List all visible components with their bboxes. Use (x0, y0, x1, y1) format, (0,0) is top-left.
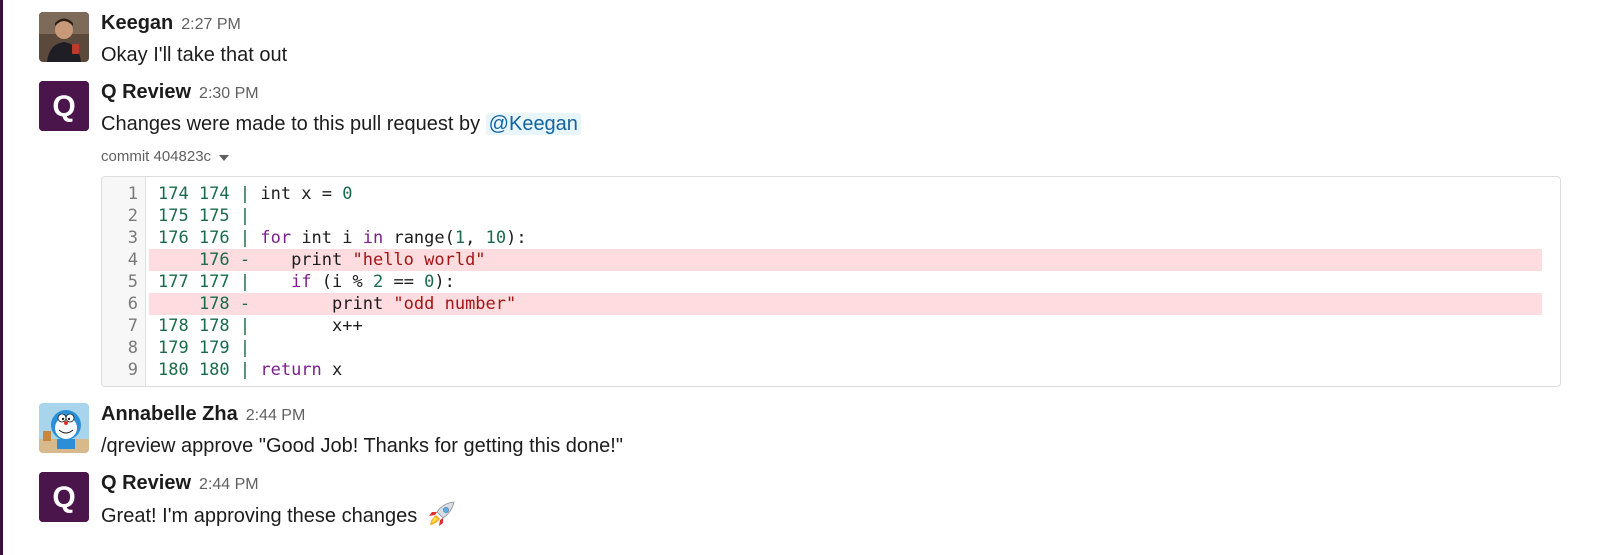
message-annabelle: Annabelle Zha 2:44 PM /qreview approve "… (39, 403, 1589, 457)
code-token: range( (383, 228, 455, 248)
message-timestamp[interactable]: 2:30 PM (199, 85, 259, 103)
sender-name[interactable]: Q Review (101, 472, 191, 495)
person-avatar-photo-icon[interactable] (39, 12, 89, 62)
sender-name[interactable]: Annabelle Zha (101, 403, 238, 426)
code-line-highlight (149, 359, 1542, 381)
code-token: "odd number" (393, 294, 517, 314)
code-diff-block: 1 174 174 | int x = 0 2 175 175 | 3 176 176 |… (101, 176, 1561, 387)
code-token: if (291, 272, 312, 292)
user-mention-link[interactable]: @Keegan (485, 113, 581, 135)
line-number: 5 (127, 272, 138, 292)
message-text-content: Changes were made to this pull request b… (101, 113, 481, 135)
code-token: x++ (332, 316, 363, 336)
message-q-review-commit: Q Q Review 2:30 PM Changes were made to … (39, 81, 1589, 391)
code-token: 10 (485, 228, 507, 248)
code-token: (i % (311, 272, 373, 292)
commit-label: commit 404823c (101, 148, 212, 165)
message-keegan: Keegan 2:27 PM Okay I'll take that out (39, 12, 1589, 66)
code-line: 8 179 179 | (102, 337, 1560, 359)
code-text: 178 178 | x++ (158, 315, 363, 337)
code-line-highlight (149, 205, 1542, 227)
code-line-removed: 6 178 - print "odd number" (102, 293, 1560, 315)
message-text: Great! I'm approving these changes (101, 500, 1589, 537)
code-token: in (362, 228, 384, 248)
code-line: 5 177 177 | if (i % 2 == 0): (102, 271, 1560, 293)
code-text: 180 180 | return x (158, 359, 342, 381)
code-token: x (321, 360, 343, 380)
line-number: 9 (127, 360, 138, 380)
logo-letter: Q (52, 90, 75, 123)
code-line: 3 176 176 | for int i in range(1, 10): (102, 227, 1560, 249)
code-token: 175 175 | (158, 206, 251, 226)
q-review-logo-icon[interactable]: Q (39, 81, 89, 131)
code-token: 174 174 | (158, 184, 261, 204)
code-token: 0 (342, 184, 353, 204)
message-q-review-approve: Q Q Review 2:44 PM Great! I'm approving … (39, 472, 1589, 532)
code-token: ): (506, 228, 527, 248)
code-token: return (260, 360, 322, 380)
logo-letter: Q (52, 481, 75, 514)
line-number: 4 (127, 250, 138, 270)
code-token: print (332, 294, 394, 314)
code-line-removed: 4 176 - print "hello world" (102, 249, 1560, 271)
code-token: 179 179 | (158, 338, 251, 358)
code-text: 174 174 | int x = 0 (158, 183, 353, 205)
message-text: Changes were made to this pull request b… (101, 109, 1589, 139)
code-token: 180 180 | (158, 360, 261, 380)
sender-name[interactable]: Q Review (101, 81, 191, 104)
code-token: 176 - (158, 250, 292, 270)
code-text: 178 - print "odd number" (158, 293, 516, 315)
line-number: 2 (127, 206, 138, 226)
code-text: 179 179 | (158, 337, 250, 359)
code-line: 1 174 174 | int x = 0 (102, 183, 1560, 205)
message-timestamp[interactable]: 2:44 PM (199, 476, 259, 494)
line-number: 7 (127, 316, 138, 336)
code-token: 177 177 | (158, 272, 292, 292)
code-line: 2 175 175 | (102, 205, 1560, 227)
line-number: 8 (127, 338, 138, 358)
sender-name[interactable]: Keegan (101, 12, 173, 35)
message-timestamp[interactable]: 2:27 PM (181, 16, 241, 34)
line-number: 1 (127, 184, 138, 204)
code-text: 175 175 | (158, 205, 250, 227)
commit-dropdown-toggle[interactable]: commit 404823c (101, 148, 230, 165)
cartoon-cat-avatar-icon[interactable] (39, 403, 89, 453)
code-text: 176 - print "hello world" (158, 249, 486, 271)
code-token: ): (434, 272, 455, 292)
message-timestamp[interactable]: 2:44 PM (246, 407, 306, 425)
message-text-content: Great! I'm approving these changes (101, 505, 418, 527)
caret-down-icon (219, 154, 230, 161)
code-token: int i (291, 228, 363, 248)
code-text: 176 176 | for int i in range(1, 10): (158, 227, 527, 249)
code-line-highlight (149, 183, 1542, 205)
q-review-logo-icon[interactable]: Q (39, 472, 89, 522)
code-token: int x = (260, 184, 343, 204)
workspace-sidebar-edge (0, 0, 3, 555)
message-text: /qreview approve "Good Job! Thanks for g… (101, 435, 623, 457)
code-token: 178 - (158, 294, 332, 314)
code-line: 9 180 180 | return x (102, 359, 1560, 381)
code-token: 0 (424, 272, 435, 292)
code-line: 7 178 178 | x++ (102, 315, 1560, 337)
code-line-highlight (149, 337, 1542, 359)
code-token: for (260, 228, 292, 248)
code-token: 2 (372, 272, 384, 292)
rocket-emoji-icon (427, 500, 457, 537)
code-token: 176 176 | (158, 228, 261, 248)
code-text: 177 177 | if (i % 2 == 0): (158, 271, 455, 293)
code-token: == (383, 272, 425, 292)
message-text: Okay I'll take that out (101, 44, 288, 66)
line-number: 6 (127, 294, 138, 314)
code-token: print (291, 250, 353, 270)
code-token: 178 178 | (158, 316, 332, 336)
line-number: 3 (127, 228, 138, 248)
code-token: "hello world" (352, 250, 486, 270)
code-token: , (465, 228, 486, 248)
code-token: 1 (454, 228, 466, 248)
